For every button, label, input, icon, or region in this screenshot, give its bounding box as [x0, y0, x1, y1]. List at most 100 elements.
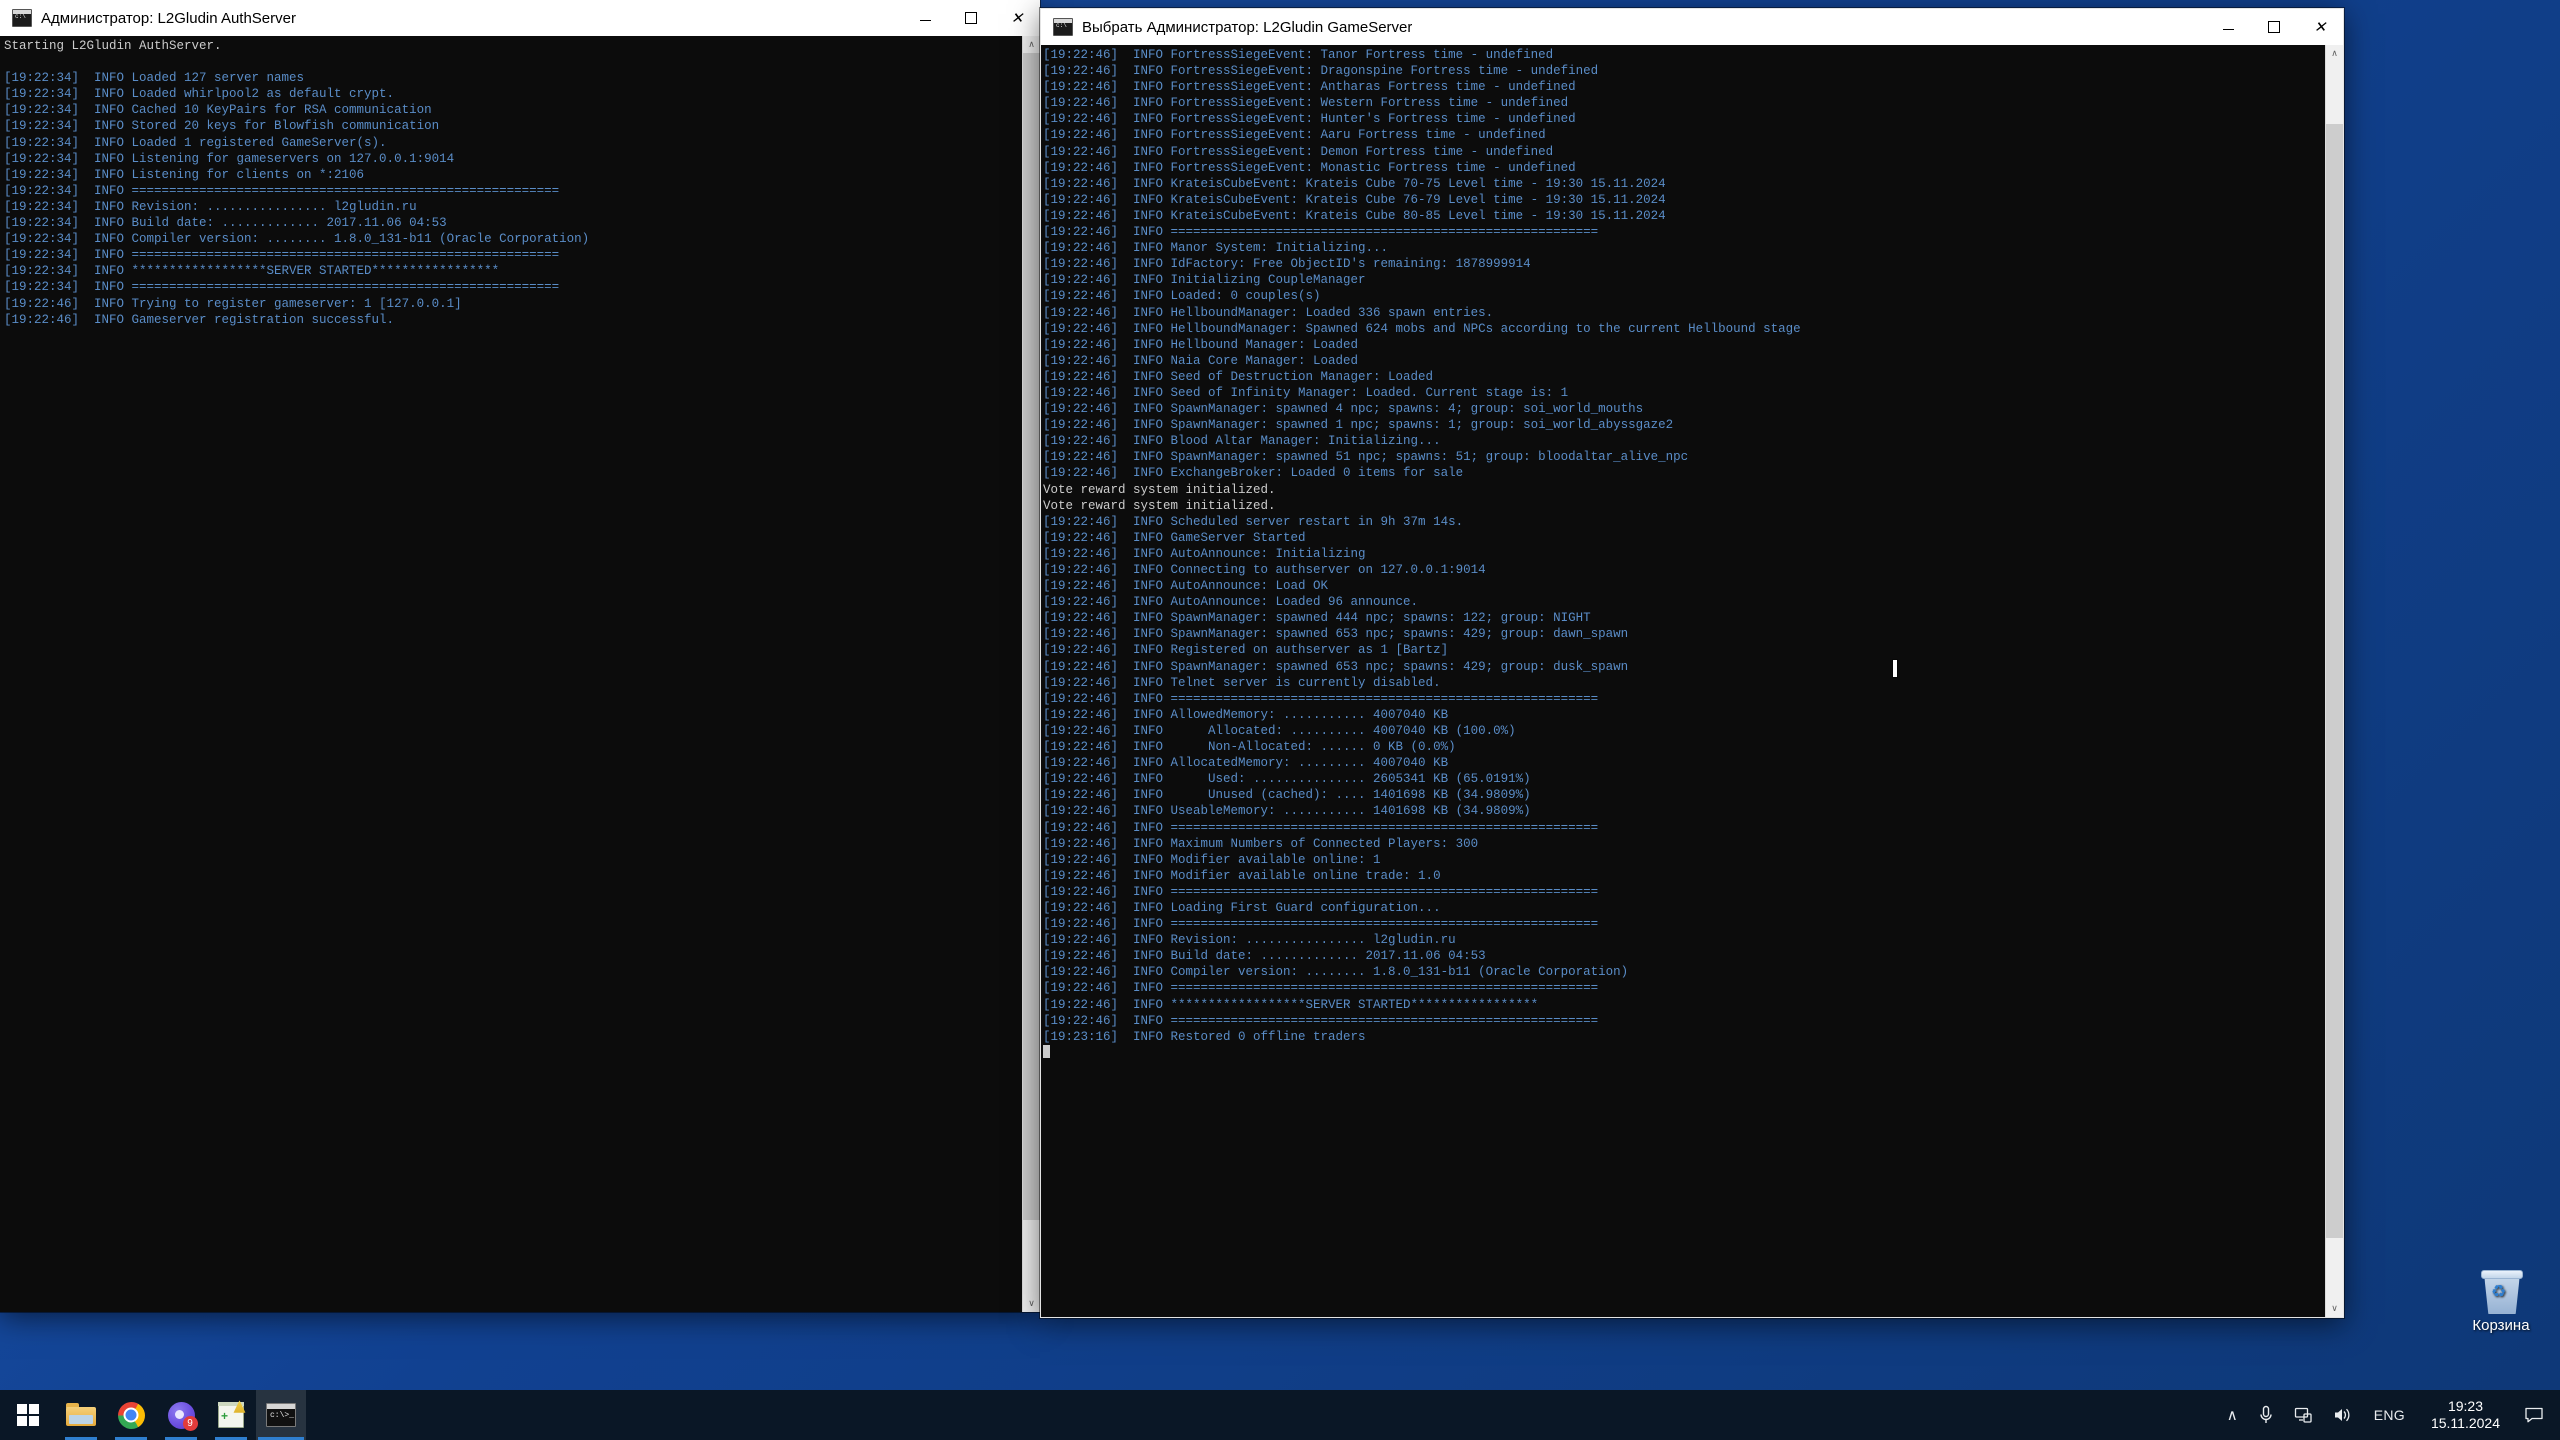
scroll-down-arrow-icon[interactable]: ∨: [1023, 1295, 1040, 1312]
console-line: [19:22:46] INFO Initializing CoupleManag…: [1043, 273, 1366, 288]
desktop[interactable]: ♻ Корзина Администратор: L2Gludin AuthSe…: [0, 0, 2560, 1440]
console-line: [19:22:46] INFO IdFactory: Free ObjectID…: [1043, 257, 1531, 272]
console-line: [19:22:46] INFO Build date: ............…: [1043, 949, 1486, 964]
console-line: [19:22:46] INFO AllowedMemory: .........…: [1043, 707, 1449, 722]
notepad-icon: +: [218, 1402, 244, 1428]
volume-icon[interactable]: [2323, 1390, 2362, 1440]
taskbar-item-messenger[interactable]: 9: [156, 1390, 206, 1440]
console-line: [19:22:46] INFO SpawnManager: spawned 65…: [1043, 659, 1629, 674]
console-line: [19:22:46] INFO Seed of Infinity Manager…: [1043, 385, 1569, 400]
cmd-icon: c:\>_: [266, 1403, 296, 1427]
taskbar-item-google-chrome[interactable]: [106, 1390, 156, 1440]
scroll-down-arrow-icon[interactable]: ∨: [2326, 1300, 2343, 1317]
system-tray[interactable]: ∧ ENG 19:23 15.11.2024: [2217, 1390, 2560, 1440]
game-close-button[interactable]: ✕: [2297, 9, 2343, 45]
console-line: [19:22:46] INFO FortressSiegeEvent: Anth…: [1043, 80, 1576, 95]
console-line: [19:22:46] INFO FortressSiegeEvent: Aaru…: [1043, 128, 1546, 143]
taskbar-clock[interactable]: 19:23 15.11.2024: [2417, 1390, 2514, 1440]
windows-logo-icon: [17, 1404, 39, 1426]
taskbar-item-command-prompt[interactable]: c:\>_: [256, 1390, 306, 1440]
console-line: [19:22:34] INFO Cached 10 KeyPairs for R…: [4, 103, 432, 118]
console-line: [19:22:46] INFO FortressSiegeEvent: West…: [1043, 96, 1569, 111]
auth-window-titlebar[interactable]: Администратор: L2Gludin AuthServer ✕: [0, 0, 1040, 36]
game-minimize-button[interactable]: [2205, 9, 2251, 45]
console-line: [19:22:46] INFO AutoAnnounce: Initializi…: [1043, 546, 1366, 561]
console-line: [19:22:34] INFO Build date: ............…: [4, 216, 447, 231]
console-line: [19:22:34] INFO ========================…: [4, 183, 560, 198]
taskbar[interactable]: 9 + c:\>_ ∧ ENG 19:23 15.11.2024: [0, 1390, 2560, 1440]
console-line: [19:22:46] INFO SpawnManager: spawned 65…: [1043, 627, 1629, 642]
console-line: [19:22:46] INFO ========================…: [1043, 884, 1599, 899]
network-icon[interactable]: [2284, 1390, 2323, 1440]
console-line: [19:22:46] INFO AutoAnnounce: Load OK: [1043, 579, 1329, 594]
console-line: [19:22:46] INFO SpawnManager: spawned 44…: [1043, 611, 1591, 626]
console-line: [19:22:46] INFO GameServer Started: [1043, 530, 1306, 545]
console-line: [19:22:34] INFO ========================…: [4, 248, 560, 263]
console-line: [19:22:46] INFO KrateisCubeEvent: Kratei…: [1043, 208, 1666, 223]
console-line: [19:23:16] INFO Restored 0 offline trade…: [1043, 1029, 1366, 1044]
console-line: Starting L2Gludin AuthServer.: [4, 39, 222, 53]
console-line: [19:22:46] INFO Hellbound Manager: Loade…: [1043, 337, 1359, 352]
desktop-icon-label: Корзина: [2472, 1317, 2530, 1334]
console-line: [19:22:46] INFO SpawnManager: spawned 4 …: [1043, 402, 1644, 417]
mouse-cursor-ibeam: [1893, 660, 1897, 677]
console-line: [19:22:46] INFO Seed of Destruction Mana…: [1043, 369, 1434, 384]
console-line: [19:22:46] INFO Connecting to authserver…: [1043, 563, 1486, 577]
auth-vertical-scrollbar[interactable]: ∧ ∨: [1022, 36, 1040, 1312]
console-line: [19:22:46] INFO ========================…: [1043, 917, 1599, 932]
desktop-icon-recycle-bin[interactable]: ♻ Корзина: [2458, 1268, 2544, 1334]
action-center-icon[interactable]: [2514, 1390, 2554, 1440]
console-line: [19:22:46] INFO Gameserver registration …: [4, 312, 395, 327]
console-line: [19:22:46] INFO Modifier available onlin…: [1043, 852, 1381, 867]
auth-window-title: Администратор: L2Gludin AuthServer: [41, 9, 296, 27]
console-line: [19:22:46] INFO Unused (cached): .... 14…: [1043, 788, 1531, 803]
game-maximize-button[interactable]: [2251, 9, 2297, 45]
console-line: [19:22:46] INFO FortressSiegeEvent: Demo…: [1043, 144, 1554, 159]
start-button[interactable]: [0, 1390, 56, 1440]
auth-scroll-thumb[interactable]: [1023, 53, 1040, 1221]
console-line: [19:22:46] INFO FortressSiegeEvent: Mona…: [1043, 160, 1576, 175]
auth-console-output: Starting L2Gludin AuthServer. [19:22:34]…: [0, 36, 1022, 1312]
scroll-up-arrow-icon[interactable]: ∧: [2326, 45, 2343, 62]
console-line: [19:22:46] INFO Loaded: 0 couples(s): [1043, 289, 1321, 304]
language-indicator[interactable]: ENG: [2362, 1390, 2417, 1440]
console-line: [19:22:46] INFO Registered on authserver…: [1043, 643, 1449, 658]
taskbar-item-file-explorer[interactable]: [56, 1390, 106, 1440]
auth-console-body[interactable]: Starting L2Gludin AuthServer. [19:22:34]…: [0, 36, 1040, 1312]
game-vertical-scrollbar[interactable]: ∧ ∨: [2325, 45, 2343, 1317]
auth-server-console-window[interactable]: Администратор: L2Gludin AuthServer ✕ Sta…: [0, 0, 1040, 1312]
console-line: [19:22:46] INFO ========================…: [1043, 691, 1599, 706]
console-line: [19:22:46] INFO ******************SERVER…: [1043, 997, 1539, 1012]
console-line: [19:22:46] INFO HellboundManager: Spawne…: [1043, 321, 1801, 336]
auth-maximize-button[interactable]: [948, 0, 994, 36]
console-line: [19:22:46] INFO ========================…: [1043, 981, 1599, 996]
close-icon: ✕: [2313, 18, 2327, 36]
console-line: [19:22:46] INFO AllocatedMemory: .......…: [1043, 756, 1449, 771]
auth-close-button[interactable]: ✕: [994, 0, 1040, 36]
game-console-body[interactable]: [19:22:46] INFO FortressSiegeEvent: Tano…: [1041, 45, 2343, 1317]
console-line: [19:22:46] INFO ========================…: [1043, 1013, 1599, 1028]
console-line: Vote reward system initialized.: [1043, 498, 1276, 513]
show-hidden-icons-button[interactable]: ∧: [2217, 1390, 2248, 1440]
microphone-icon[interactable]: [2248, 1390, 2284, 1440]
scroll-up-arrow-icon[interactable]: ∧: [1023, 36, 1040, 53]
console-line: [19:22:46] INFO ExchangeBroker: Loaded 0…: [1043, 466, 1464, 481]
console-line: [19:22:46] INFO Modifier available onlin…: [1043, 868, 1441, 883]
taskbar-items[interactable]: 9 + c:\>_: [0, 1390, 306, 1440]
game-window-title: Выбрать Администратор: L2Gludin GameServ…: [1082, 18, 1413, 36]
clock-time: 19:23: [2447, 1397, 2483, 1414]
game-scroll-track[interactable]: [2326, 62, 2343, 1300]
folder-icon: [66, 1403, 96, 1427]
game-server-console-window[interactable]: Выбрать Администратор: L2Gludin GameServ…: [1040, 8, 2344, 1318]
console-line: [19:22:46] INFO KrateisCubeEvent: Kratei…: [1043, 176, 1666, 191]
auth-scroll-track[interactable]: [1023, 53, 1040, 1295]
game-window-titlebar[interactable]: Выбрать Администратор: L2Gludin GameServ…: [1041, 9, 2343, 45]
game-scroll-thumb[interactable]: [2326, 123, 2343, 1239]
console-line: [19:22:46] INFO Revision: ..............…: [1043, 933, 1456, 948]
auth-minimize-button[interactable]: [902, 0, 948, 36]
game-console-output: [19:22:46] INFO FortressSiegeEvent: Tano…: [1041, 45, 2325, 1317]
console-line: [19:22:46] INFO ========================…: [1043, 820, 1599, 835]
taskbar-item-notepad-plus-plus[interactable]: +: [206, 1390, 256, 1440]
recycle-bin-icon: ♻: [2478, 1268, 2524, 1314]
